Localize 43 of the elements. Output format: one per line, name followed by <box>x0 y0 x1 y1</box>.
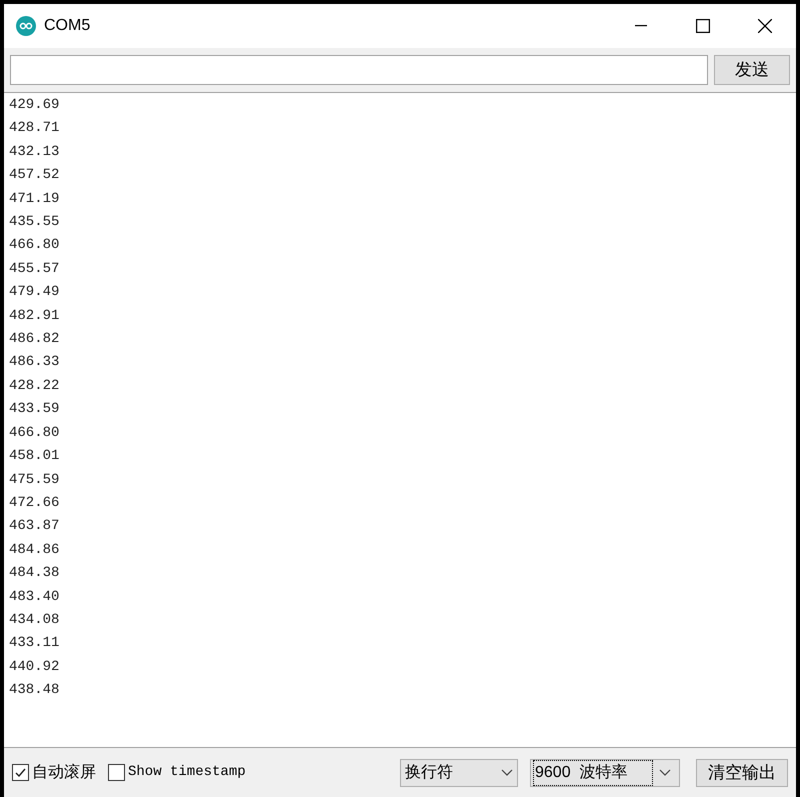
output-line: 429.69 <box>9 96 60 115</box>
output-line: 455.57 <box>9 260 60 279</box>
output-line: 486.33 <box>9 353 60 372</box>
output-line: 482.91 <box>9 306 60 326</box>
output-line: 472.66 <box>9 494 60 513</box>
output-line: 483.40 <box>9 588 60 607</box>
checkbox[interactable] <box>108 764 125 781</box>
output-line: 479.49 <box>9 283 60 302</box>
output-line: 457.52 <box>9 166 60 186</box>
output-line: 466.80 <box>9 424 60 443</box>
output-line: 438.48 <box>9 681 60 700</box>
line-ending-dropdown[interactable]: 换行符 <box>400 758 518 786</box>
clear-output-button[interactable]: 清空输出 <box>696 758 788 786</box>
output-line: 428.71 <box>9 119 60 138</box>
chevron-down-icon <box>501 768 513 776</box>
output-line: 484.38 <box>9 564 60 584</box>
maximize-icon <box>696 19 710 33</box>
output-line: 432.13 <box>9 142 60 162</box>
checkbox-label[interactable]: Show timestamp <box>128 762 246 783</box>
checkbox[interactable] <box>12 764 29 781</box>
checkbox-label[interactable]: 自动滚屏 <box>32 760 96 784</box>
output-line: 475.59 <box>9 470 60 490</box>
output-line: 484.86 <box>9 540 60 560</box>
output-line: 471.19 <box>9 190 60 209</box>
output-line: 463.87 <box>9 517 60 536</box>
output-line: 434.08 <box>9 610 60 630</box>
minimize-icon <box>635 25 647 27</box>
output-line: 435.55 <box>9 213 60 232</box>
send-button[interactable]: 发送 <box>714 55 790 85</box>
output-line: 440.92 <box>9 658 60 677</box>
output-line: 433.59 <box>9 400 60 420</box>
chevron-down-icon <box>659 768 671 776</box>
close-icon <box>758 19 772 33</box>
window-title: COM5 <box>44 16 90 36</box>
output-line: 428.22 <box>9 376 60 396</box>
app-logo-icon <box>16 16 36 36</box>
output-line: 486.82 <box>9 330 60 350</box>
output-line: 433.11 <box>9 634 60 654</box>
baud-rate-dropdown[interactable]: 9600 波特率 <box>530 758 680 786</box>
checkmark-icon <box>14 766 27 779</box>
output-line: 458.01 <box>9 447 60 466</box>
output-line: 466.80 <box>9 236 60 256</box>
send-input-field[interactable] <box>10 55 708 85</box>
